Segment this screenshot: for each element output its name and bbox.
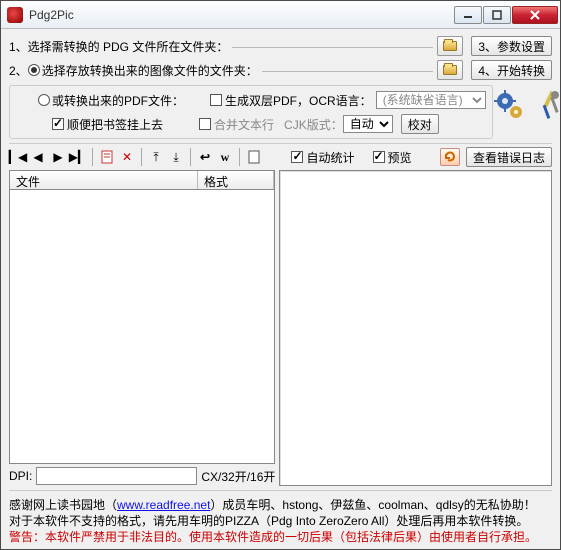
preview-pane (279, 170, 552, 486)
last-button[interactable]: ▶▎ (69, 148, 87, 166)
refresh-button[interactable] (440, 148, 460, 166)
top-button[interactable]: ⤒ (147, 148, 165, 166)
dpi-row: DPI: CX/32开/16开 (9, 466, 275, 486)
dpi-input[interactable] (36, 467, 197, 485)
dpi-label: DPI: (9, 469, 32, 483)
separator (9, 143, 552, 144)
list-header: 文件 格式 (9, 170, 275, 190)
pdf-output-radio[interactable] (38, 94, 50, 106)
warning-label: 警告： (9, 530, 45, 544)
cjk-label: CJK版式： (284, 116, 343, 133)
mid-toolbar-row: ▎◀ ◀ ▶ ▶▎ ✕ ⤒ ⤓ ↩ w 自动统计 预览 (9, 146, 552, 168)
bookmark-check[interactable] (52, 118, 64, 130)
prev-button[interactable]: ◀ (29, 148, 47, 166)
merge-lines-check[interactable] (199, 118, 211, 130)
nav-toolbar: ▎◀ ◀ ▶ ▶▎ ✕ ⤒ ⤓ ↩ w (9, 146, 263, 168)
doc2-button[interactable] (245, 148, 263, 166)
cjk-select[interactable]: 自动 (343, 115, 393, 133)
folder-icon (443, 41, 457, 51)
browse-dest-button[interactable] (437, 60, 463, 80)
readfree-link[interactable]: www.readfree.net (117, 498, 210, 512)
separator (9, 490, 552, 491)
titlebar: Pdg2Pic (1, 1, 560, 29)
dest-label: 选择存放转换出来的图像文件的文件夹： (42, 62, 258, 79)
bottom-button[interactable]: ⤓ (167, 148, 185, 166)
first-button[interactable]: ▎◀ (9, 148, 27, 166)
list-body[interactable] (9, 190, 275, 464)
text-button[interactable]: w (216, 148, 234, 166)
file-list-pane: 文件 格式 DPI: CX/32开/16开 (9, 170, 275, 486)
auto-stat-check[interactable] (291, 151, 303, 163)
divider (232, 47, 433, 48)
folder-icon (443, 65, 457, 75)
error-log-button[interactable]: 查看错误日志 (466, 147, 552, 167)
footer: 感谢网上读书园地（www.readfree.net）成员车明、hstong、伊兹… (9, 493, 552, 545)
note-line: 对于本软件不支持的格式，请先用车明的PIZZA（Pdg Into ZeroZer… (9, 513, 552, 529)
merge-lines-label: 合并文本行 (214, 116, 274, 133)
credits-line: 感谢网上读书园地（www.readfree.net）成员车明、hstong、伊兹… (9, 497, 552, 513)
divider (262, 71, 434, 72)
wrap-button[interactable]: ↩ (196, 148, 214, 166)
window-title: Pdg2Pic (29, 8, 454, 22)
app-window: Pdg2Pic 1、选择需转换的 PDG 文件所在文件夹： 3、参数设置 2、 … (0, 0, 561, 550)
preview-label: 预览 (388, 149, 412, 166)
dest-folder-radio[interactable] (28, 64, 40, 76)
bookmark-label: 顺便把书签挂上去 (67, 116, 163, 133)
delete-button[interactable]: ✕ (118, 148, 136, 166)
ocr-lang-select[interactable]: (系统缺省语言) (376, 91, 486, 109)
pdf-output-label: 或转换出来的PDF文件： (52, 92, 184, 109)
divider (190, 148, 191, 166)
minimize-button[interactable] (454, 6, 482, 24)
preview-check[interactable] (373, 151, 385, 163)
doc-button[interactable] (98, 148, 116, 166)
row-dest: 2、 选择存放转换出来的图像文件的文件夹： 4、开始转换 (9, 59, 552, 81)
window-controls (454, 6, 558, 24)
auto-stat-label: 自动统计 (306, 149, 354, 166)
source-label: 1、选择需转换的 PDG 文件所在文件夹： (9, 38, 228, 55)
params-button[interactable]: 3、参数设置 (471, 36, 552, 56)
close-button[interactable] (512, 6, 558, 24)
warning-line: 警告：本软件严禁用于非法目的。使用本软件造成的一切后果（包括法律后果）由使用者自… (9, 530, 537, 544)
double-layer-label: 生成双层PDF，OCR语言： (225, 92, 372, 109)
col-file[interactable]: 文件 (10, 171, 198, 189)
dest-prefix: 2、 (9, 62, 28, 79)
tools-icon[interactable] (533, 89, 561, 121)
settings-icon[interactable] (493, 89, 525, 121)
main-split: 文件 格式 DPI: CX/32开/16开 (9, 170, 552, 486)
content-area: 1、选择需转换的 PDG 文件所在文件夹： 3、参数设置 2、 选择存放转换出来… (1, 29, 560, 549)
start-button[interactable]: 4、开始转换 (471, 60, 552, 80)
double-layer-check[interactable] (210, 94, 222, 106)
next-button[interactable]: ▶ (49, 148, 67, 166)
app-icon (7, 7, 23, 23)
proof-button[interactable]: 校对 (401, 114, 439, 134)
divider (141, 148, 142, 166)
options-group: 或转换出来的PDF文件： 生成双层PDF，OCR语言： (系统缺省语言) 顺便把… (9, 85, 493, 139)
col-format[interactable]: 格式 (198, 171, 274, 189)
divider (92, 148, 93, 166)
dpi-suffix: CX/32开/16开 (201, 468, 275, 485)
browse-source-button[interactable] (437, 36, 463, 56)
maximize-button[interactable] (483, 6, 511, 24)
row-source: 1、选择需转换的 PDG 文件所在文件夹： 3、参数设置 (9, 35, 552, 57)
divider (239, 148, 240, 166)
warning-text: 本软件严禁用于非法目的。使用本软件造成的一切后果（包括法律后果）由使用者自行承担… (45, 530, 537, 544)
